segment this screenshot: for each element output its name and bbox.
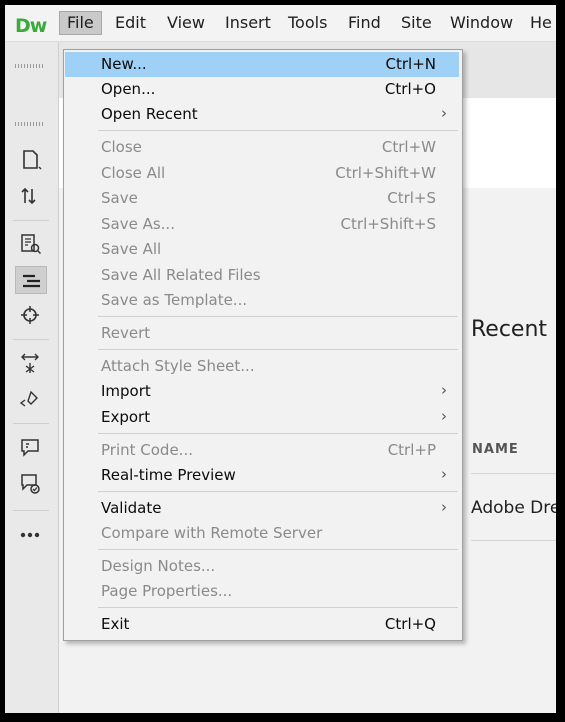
- toolbar-divider: [13, 423, 49, 424]
- menu-item-shortcut: Ctrl+W: [381, 138, 436, 156]
- submenu-arrow-icon: ›: [441, 104, 447, 122]
- menu-tools[interactable]: Tools: [281, 11, 334, 35]
- recent-file-item[interactable]: Adobe Dre: [471, 498, 556, 518]
- toolbar-grip[interactable]: [15, 64, 43, 68]
- menu-item-save-all-related[interactable]: Save All Related Files: [65, 263, 459, 288]
- submenu-arrow-icon: ›: [441, 465, 447, 483]
- menu-item-label: Compare with Remote Server: [101, 524, 323, 542]
- menu-item-label: Revert: [101, 324, 151, 342]
- menu-item-save-as-template[interactable]: Save as Template...: [65, 288, 459, 313]
- menu-file[interactable]: File: [59, 11, 102, 35]
- menu-item-label: Print Code...: [101, 441, 193, 459]
- menu-separator: [98, 433, 458, 434]
- new-document-icon[interactable]: [15, 146, 47, 174]
- menu-separator: [98, 316, 458, 317]
- menu-item-design-notes[interactable]: Design Notes...: [65, 554, 459, 579]
- menu-item-shortcut: Ctrl+Q: [384, 615, 436, 633]
- menu-item-label: Close: [101, 138, 142, 156]
- menu-item-label: Save All Related Files: [101, 266, 261, 284]
- submenu-arrow-icon: ›: [441, 381, 447, 399]
- menu-find[interactable]: Find: [341, 11, 388, 35]
- submenu-arrow-icon: ›: [441, 498, 447, 516]
- toolbar-divider: [13, 220, 49, 221]
- comment-check-icon[interactable]: [15, 470, 47, 498]
- menu-item-print-code[interactable]: Print Code... Ctrl+P: [65, 438, 459, 463]
- app-window: Dw File Edit View Insert Tools Find Site…: [0, 0, 565, 722]
- menu-bar: Dw File Edit View Insert Tools Find Site…: [5, 5, 556, 42]
- menu-item-save-all[interactable]: Save All: [65, 237, 459, 262]
- toolbar-divider: [13, 510, 49, 511]
- menu-item-save-as[interactable]: Save As... Ctrl+Shift+S: [65, 212, 459, 237]
- menu-item-save[interactable]: Save Ctrl+S: [65, 186, 459, 211]
- menu-item-shortcut: Ctrl+N: [385, 55, 436, 73]
- menu-item-label: Attach Style Sheet...: [101, 357, 255, 375]
- menu-item-label: Open Recent: [101, 105, 198, 123]
- menu-separator: [98, 130, 458, 131]
- menu-item-shortcut: Ctrl+Shift+S: [340, 215, 436, 233]
- menu-item-new[interactable]: New... Ctrl+N: [65, 52, 459, 77]
- menu-separator: [98, 491, 458, 492]
- menu-item-import[interactable]: Import ›: [65, 379, 459, 404]
- menu-item-compare-remote[interactable]: Compare with Remote Server: [65, 521, 459, 546]
- menu-item-label: Exit: [101, 615, 130, 633]
- menu-edit[interactable]: Edit: [108, 11, 153, 35]
- expand-icon[interactable]: [15, 350, 47, 378]
- menu-item-label: Import: [101, 382, 151, 400]
- file-menu-dropdown: New... Ctrl+N Open... Ctrl+O Open Recent…: [63, 49, 463, 641]
- menu-item-revert[interactable]: Revert: [65, 321, 459, 346]
- menu-separator: [98, 549, 458, 550]
- menu-item-label: Save: [101, 189, 138, 207]
- menu-item-close[interactable]: Close Ctrl+W: [65, 135, 459, 160]
- menu-help[interactable]: He: [523, 11, 556, 35]
- inspect-icon[interactable]: [15, 230, 47, 258]
- menu-item-shortcut: Ctrl+O: [384, 80, 436, 98]
- menu-separator: [98, 349, 458, 350]
- menu-item-label: Open...: [101, 80, 156, 98]
- menu-view[interactable]: View: [160, 11, 212, 35]
- file-transfer-icon[interactable]: [15, 182, 47, 210]
- comment-icon[interactable]: [15, 434, 47, 462]
- submenu-arrow-icon: ›: [441, 407, 447, 425]
- menu-item-label: Save All: [101, 240, 162, 258]
- menu-item-label: Real-time Preview: [101, 466, 236, 484]
- menu-item-label: Page Properties...: [101, 582, 233, 600]
- menu-item-label: Save As...: [101, 215, 175, 233]
- name-column-header[interactable]: NAME: [472, 442, 519, 457]
- menu-item-shortcut: Ctrl+S: [387, 189, 436, 207]
- menu-item-realtime-preview[interactable]: Real-time Preview ›: [65, 463, 459, 488]
- left-toolbar: [5, 42, 59, 713]
- toolbar-grip[interactable]: [15, 122, 43, 126]
- menu-item-label: Design Notes...: [101, 557, 216, 575]
- row-divider: [471, 540, 556, 541]
- menu-item-close-all[interactable]: Close All Ctrl+Shift+W: [65, 161, 459, 186]
- dom-panel-icon[interactable]: [15, 266, 47, 294]
- menu-site[interactable]: Site: [394, 11, 439, 35]
- menu-item-label: New...: [101, 55, 147, 73]
- menu-insert[interactable]: Insert: [218, 11, 278, 35]
- more-icon[interactable]: [15, 521, 47, 549]
- menu-item-attach-style-sheet[interactable]: Attach Style Sheet...: [65, 354, 459, 379]
- menu-item-shortcut: Ctrl+Shift+W: [335, 164, 436, 182]
- target-icon[interactable]: [15, 301, 47, 329]
- menu-separator: [98, 607, 458, 608]
- menu-item-open-recent[interactable]: Open Recent ›: [65, 102, 459, 127]
- menu-item-label: Close All: [101, 164, 166, 182]
- menu-window[interactable]: Window: [443, 11, 520, 35]
- menu-item-shortcut: Ctrl+P: [387, 441, 436, 459]
- menu-item-exit[interactable]: Exit Ctrl+Q: [65, 612, 459, 637]
- code-hints-icon[interactable]: [15, 385, 47, 413]
- menu-item-label: Validate: [101, 499, 162, 517]
- menu-item-export[interactable]: Export ›: [65, 405, 459, 430]
- header-divider: [471, 473, 556, 474]
- menu-item-validate[interactable]: Validate ›: [65, 496, 459, 521]
- menu-item-open[interactable]: Open... Ctrl+O: [65, 77, 459, 102]
- menu-item-label: Export: [101, 408, 151, 426]
- dreamweaver-logo: Dw: [15, 15, 47, 37]
- menu-item-page-properties[interactable]: Page Properties...: [65, 579, 459, 604]
- menu-item-label: Save as Template...: [101, 291, 248, 309]
- toolbar-divider: [13, 339, 49, 340]
- recent-heading: Recent: [471, 317, 548, 342]
